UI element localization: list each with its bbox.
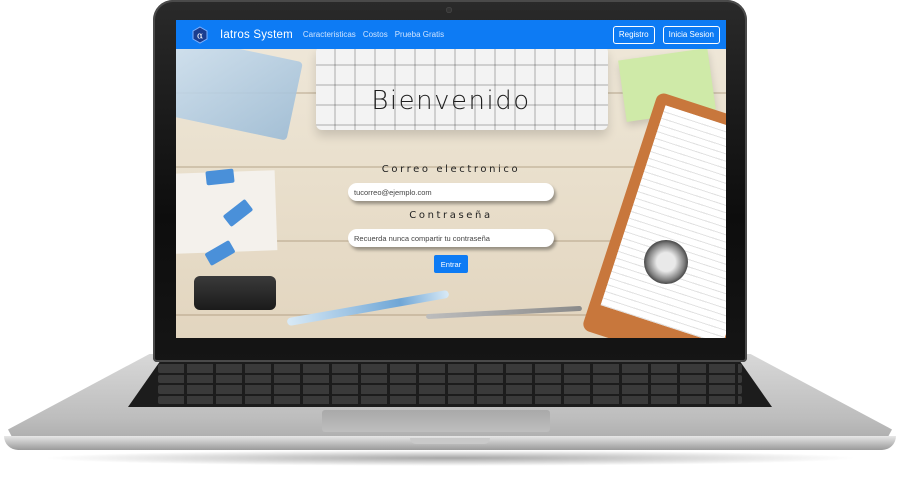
key-row <box>158 364 742 373</box>
laptop-keyboard <box>128 361 772 407</box>
nav-link-costos[interactable]: Costos <box>363 30 388 39</box>
nav-link-prueba-gratis[interactable]: Prueba Gratis <box>395 30 444 39</box>
key-row <box>158 395 742 404</box>
webcam <box>446 7 452 13</box>
brand-name[interactable]: Iatros System <box>220 29 293 41</box>
nav-link-caracteristicas[interactable]: Caracteristicas <box>303 30 356 39</box>
laptop-shadow <box>40 450 860 466</box>
svg-text:α: α <box>197 31 203 41</box>
laptop-notch <box>410 438 490 444</box>
submit-button[interactable]: Entrar <box>434 255 468 273</box>
laptop-trackpad <box>322 410 550 432</box>
register-button[interactable]: Registro <box>612 25 655 44</box>
stamp-image <box>194 276 276 310</box>
key-row <box>158 385 742 394</box>
password-field[interactable] <box>348 229 554 247</box>
password-label: Contraseña <box>409 210 493 221</box>
email-field[interactable] <box>348 183 554 201</box>
stethoscope-image <box>644 240 688 284</box>
laptop-screen: α Iatros System Caracteristicas Costos P… <box>176 20 726 338</box>
key-row <box>158 374 742 383</box>
navbar: α Iatros System Caracteristicas Costos P… <box>176 20 726 49</box>
alpha-hexagon-icon[interactable]: α <box>192 25 208 44</box>
welcome-heading: Bienvenido <box>371 86 531 116</box>
login-button[interactable]: Inicia Sesion <box>662 25 720 44</box>
email-label: Correo electronico <box>381 164 521 175</box>
